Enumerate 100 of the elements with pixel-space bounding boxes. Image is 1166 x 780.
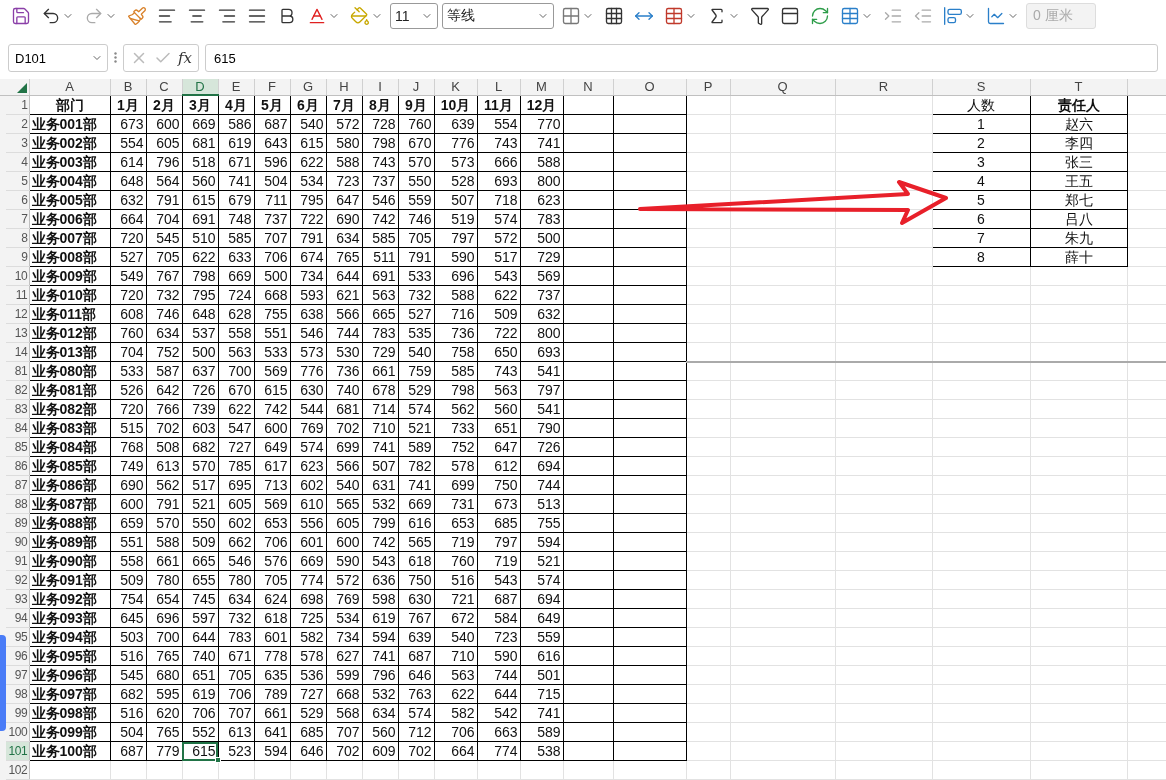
- table-cell: 510: [182, 228, 218, 248]
- fill-handle[interactable]: [214, 757, 221, 763]
- column-header[interactable]: G: [290, 79, 326, 95]
- table-cell: 573: [290, 342, 326, 362]
- column-header[interactable]: N: [563, 79, 613, 95]
- table-cell: 李四: [1030, 133, 1127, 153]
- table-cell: 645: [110, 608, 146, 628]
- column-header[interactable]: H: [326, 79, 362, 95]
- table-cell: 业务082部: [29, 399, 110, 419]
- table-cell: 706: [254, 532, 290, 552]
- table-cell: 702: [146, 418, 182, 438]
- table-cell: 619: [362, 608, 398, 628]
- table-cell: 7: [932, 228, 1030, 248]
- table-cell: 617: [254, 456, 290, 476]
- table-cell: 632: [110, 190, 146, 210]
- table-cell: 509: [477, 304, 520, 324]
- table-cell: 673: [477, 494, 520, 514]
- table-cell: 768: [110, 437, 146, 457]
- table-cell: 朱九: [1030, 228, 1127, 248]
- header-cell: 1月: [110, 95, 146, 115]
- table-cell: 500: [520, 228, 563, 248]
- column-header[interactable]: I: [362, 79, 398, 95]
- table-cell: 560: [362, 722, 398, 742]
- column-header[interactable]: T: [1030, 79, 1127, 95]
- column-header[interactable]: L: [477, 79, 520, 95]
- column-header[interactable]: D: [182, 79, 218, 95]
- table-cell: 710: [362, 418, 398, 438]
- table-cell: 650: [477, 342, 520, 362]
- table-cell: 578: [434, 456, 477, 476]
- column-header[interactable]: F: [254, 79, 290, 95]
- table-cell: 791: [290, 228, 326, 248]
- formula-field[interactable]: 615: [205, 44, 1158, 73]
- column-header[interactable]: P: [686, 79, 730, 95]
- font-size-select[interactable]: 11: [390, 2, 438, 29]
- table-cell: 业务010部: [29, 285, 110, 305]
- table-cell: 605: [326, 513, 362, 533]
- column-header[interactable]: B: [110, 79, 146, 95]
- table-cell: 580: [326, 133, 362, 153]
- table-cell: 业务098部: [29, 703, 110, 723]
- table-cell: 791: [146, 190, 182, 210]
- column-header[interactable]: Q: [730, 79, 835, 95]
- table-cell: 594: [520, 532, 563, 552]
- table-cell: 564: [146, 171, 182, 191]
- table-cell: 588: [434, 285, 477, 305]
- table-cell: 765: [146, 722, 182, 742]
- column-header[interactable]: S: [932, 79, 1030, 95]
- table-cell: 731: [434, 494, 477, 514]
- table-cell: 541: [520, 361, 563, 381]
- header-cell: 部门: [29, 95, 110, 115]
- table-cell: 790: [520, 418, 563, 438]
- select-all-corner[interactable]: [0, 79, 29, 95]
- table-cell: 705: [398, 228, 434, 248]
- table-cell: 687: [477, 589, 520, 609]
- table-cell: 516: [434, 570, 477, 590]
- table-cell: 558: [110, 551, 146, 571]
- table-cell: 706: [182, 703, 218, 723]
- table-cell: 668: [326, 684, 362, 704]
- table-cell: 541: [520, 399, 563, 419]
- column-header[interactable]: M: [520, 79, 563, 95]
- table-cell: 749: [110, 456, 146, 476]
- header-cell: 10月: [434, 95, 477, 115]
- table-cell: 783: [218, 627, 254, 647]
- column-header[interactable]: O: [613, 79, 686, 95]
- table-cell: 511: [362, 247, 398, 267]
- table-cell: 682: [182, 437, 218, 457]
- table-cell: 509: [182, 532, 218, 552]
- table-cell: 504: [110, 722, 146, 742]
- table-cell: 503: [110, 627, 146, 647]
- table-icon: [840, 5, 860, 26]
- table-cell: 649: [254, 437, 290, 457]
- table-cell: 741: [218, 171, 254, 191]
- function-button[interactable]: fx: [178, 49, 192, 68]
- table-cell: 694: [520, 589, 563, 609]
- table-cell: 546: [290, 323, 326, 343]
- column-header[interactable]: J: [398, 79, 434, 95]
- table-cell: 797: [520, 380, 563, 400]
- table-cell: 业务006部: [29, 209, 110, 229]
- column-header[interactable]: C: [146, 79, 182, 95]
- table-cell: 750: [477, 475, 520, 495]
- column-header[interactable]: K: [434, 79, 477, 95]
- corner-triangle-icon: [16, 82, 27, 93]
- table-cell: 601: [290, 532, 326, 552]
- table-cell: 723: [477, 627, 520, 647]
- table-cell: 726: [182, 380, 218, 400]
- column-header[interactable]: R: [835, 79, 932, 95]
- table-cell: 张三: [1030, 152, 1127, 172]
- table-cell: 695: [218, 475, 254, 495]
- table-cell: 594: [254, 741, 290, 761]
- table-cell: 618: [254, 608, 290, 628]
- table-cell: 710: [434, 646, 477, 666]
- table-cell: 665: [182, 551, 218, 571]
- table-cell: 570: [398, 152, 434, 172]
- font-select[interactable]: 等线: [442, 2, 554, 29]
- table-cell: 720: [110, 228, 146, 248]
- table-cell: 714: [362, 399, 398, 419]
- column-header[interactable]: E: [218, 79, 254, 95]
- table-cell: 业务008部: [29, 247, 110, 267]
- name-box[interactable]: D101: [8, 44, 108, 73]
- column-header[interactable]: A: [29, 79, 110, 95]
- table-cell: 585: [362, 228, 398, 248]
